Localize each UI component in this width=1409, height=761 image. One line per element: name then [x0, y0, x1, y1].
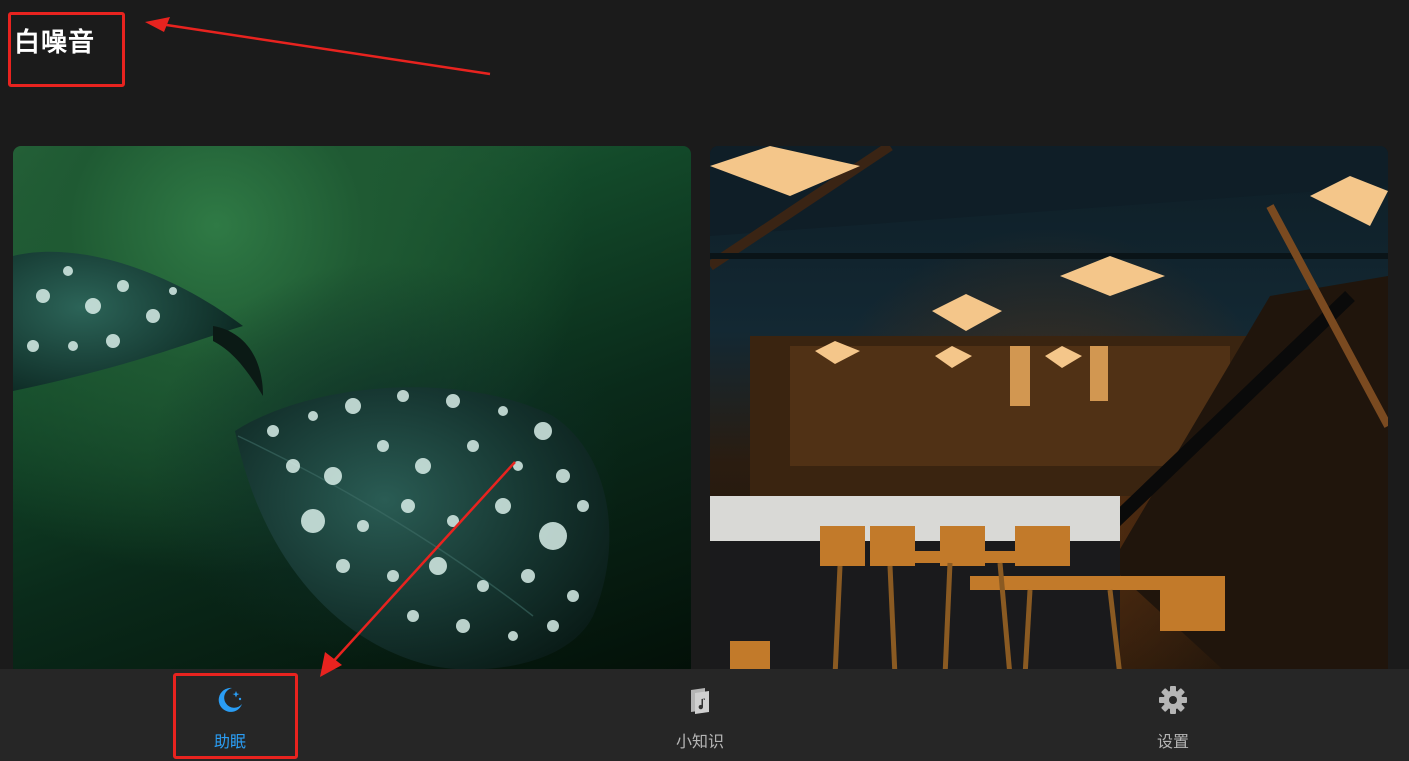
page-title: 白噪音 [14, 28, 96, 58]
gear-icon [1158, 685, 1188, 715]
cafe-card[interactable] [710, 146, 1388, 676]
moon-icon [215, 685, 245, 715]
tab-knowledge-label: 小知识 [675, 732, 724, 751]
book-icon [685, 685, 715, 715]
tab-sleep-label: 助眠 [213, 732, 246, 751]
cafe-image [710, 146, 1388, 676]
tab-settings-label: 设置 [1156, 732, 1189, 751]
tab-sleep[interactable]: 助眠 [130, 669, 330, 761]
bottom-tab-bar: 助眠 小知识 设置 [0, 669, 1409, 761]
tab-knowledge[interactable]: 小知识 [600, 669, 800, 761]
leaf-image [13, 251, 610, 670]
app-screen: 白噪音 助眠 小知识 设置 [0, 0, 1409, 761]
tab-settings[interactable]: 设置 [1073, 669, 1273, 761]
rain-leaf-card[interactable] [13, 146, 691, 676]
